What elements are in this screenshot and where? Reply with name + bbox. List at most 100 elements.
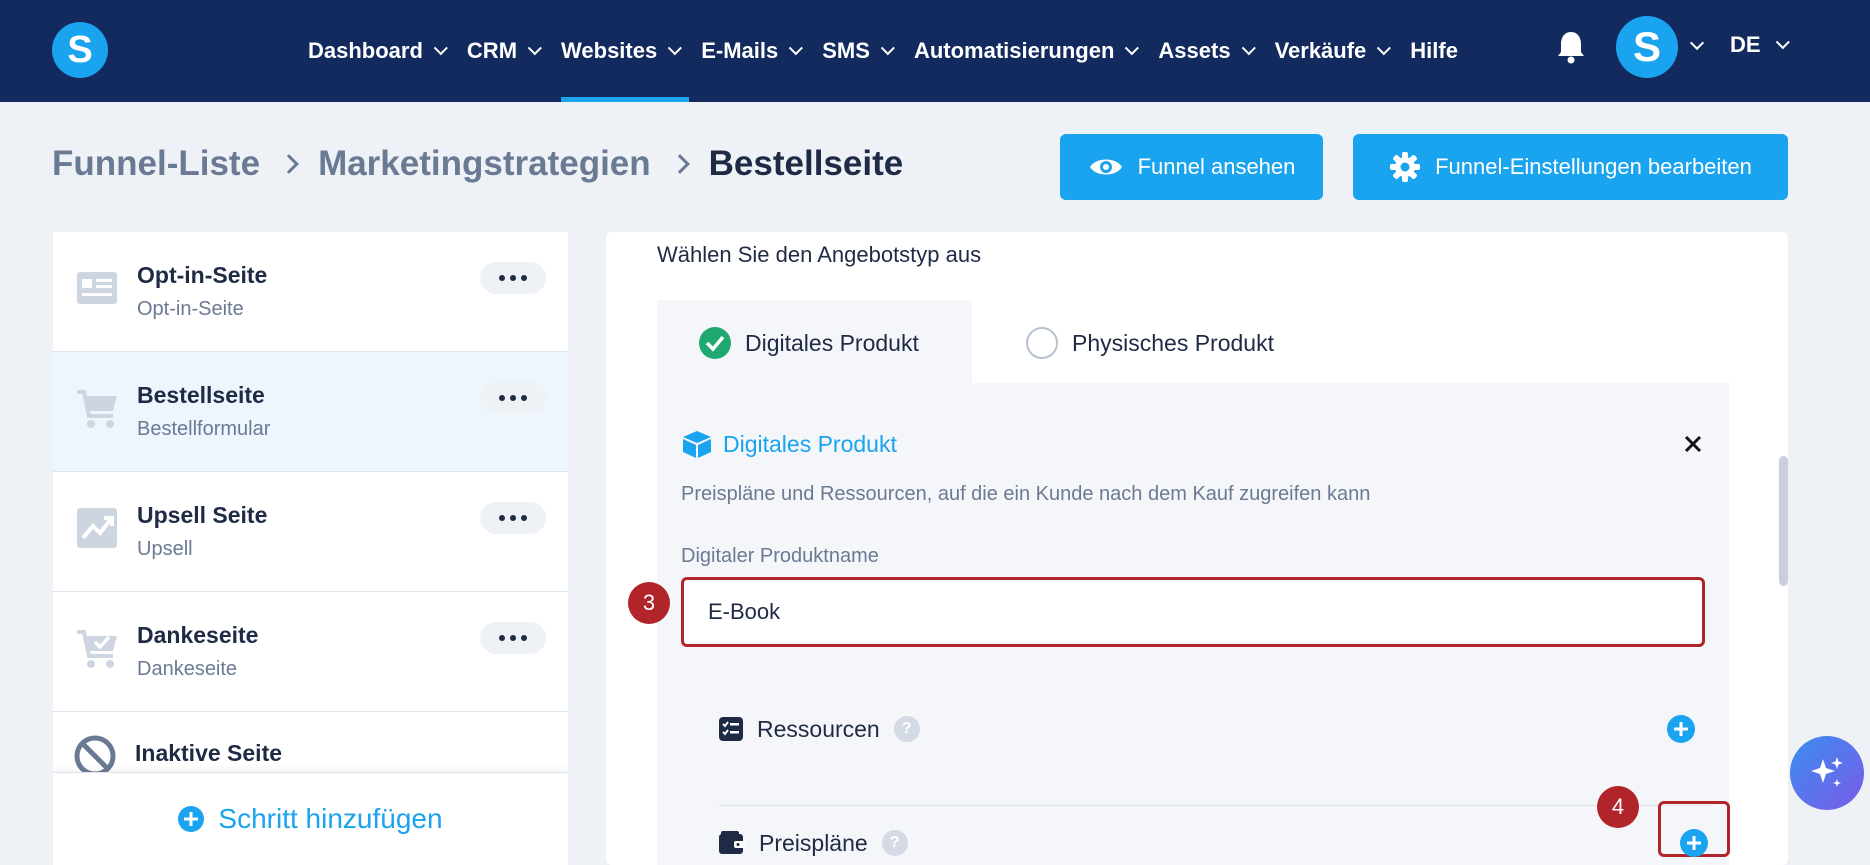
step-subtitle: Upsell xyxy=(137,538,193,560)
top-nav: S Dashboard CRM Websites E-Mails SMS Aut… xyxy=(0,0,1870,102)
nav-emails[interactable]: E-Mails xyxy=(689,0,810,102)
chevron-down-icon xyxy=(433,41,448,56)
chevron-down-icon[interactable] xyxy=(1689,35,1705,51)
step-menu-button[interactable] xyxy=(480,502,546,534)
chevron-down-icon xyxy=(667,41,683,56)
step-title: Bestellseite xyxy=(137,382,265,408)
step-badge-4: 4 xyxy=(1597,786,1639,828)
nav-label: SMS xyxy=(822,38,870,63)
step-title: Opt-in-Seite xyxy=(137,262,268,288)
main-menu: Dashboard CRM Websites E-Mails SMS Autom… xyxy=(296,0,1470,102)
chevron-down-icon xyxy=(789,41,804,56)
cart-icon xyxy=(77,390,117,428)
breadcrumb-funnel[interactable]: Marketingstrategien xyxy=(318,144,651,184)
page-title: Bestellseite xyxy=(708,144,904,183)
product-name-label: Digitaler Produktname xyxy=(681,545,879,567)
offer-panel: Wählen Sie den Angebotstyp aus Digitales… xyxy=(606,232,1788,865)
resources-row: Ressourcen ? xyxy=(719,694,1703,764)
nav-dashboard[interactable]: Dashboard xyxy=(296,0,455,102)
view-funnel-button[interactable]: Funnel ansehen xyxy=(1060,134,1323,200)
breadcrumb-funnel-list[interactable]: Funnel-Liste xyxy=(52,144,260,184)
radio-button[interactable] xyxy=(1026,327,1058,359)
nav-websites[interactable]: Websites xyxy=(549,0,690,102)
step-subtitle: Bestellformular xyxy=(137,418,271,440)
dot xyxy=(499,635,505,641)
tab-digital-product[interactable]: Digitales Produkt xyxy=(657,300,972,386)
step-subtitle: Dankeseite xyxy=(137,658,238,680)
price-plans-label: Preispläne xyxy=(759,829,868,856)
nav-label: E-Mails xyxy=(701,38,779,63)
step-menu-button[interactable] xyxy=(480,262,546,294)
chevron-down-icon xyxy=(880,41,895,56)
step-subtitle: Opt-in-Seite xyxy=(137,298,244,320)
check-circle-icon xyxy=(699,327,731,359)
step-menu-button[interactable] xyxy=(480,382,546,414)
tab-label: Digitales Produkt xyxy=(745,329,919,356)
language-selector[interactable]: DE xyxy=(1730,32,1790,58)
nav-assets[interactable]: Assets xyxy=(1146,0,1262,102)
dot xyxy=(499,515,505,521)
dot xyxy=(510,395,516,401)
add-step-label: Schritt hinzufügen xyxy=(218,803,443,834)
ai-assistant-button[interactable] xyxy=(1790,736,1864,810)
divider xyxy=(719,805,1713,806)
card-description: Preispläne und Ressourcen, auf die ein K… xyxy=(681,483,1371,505)
nav-label: Automatisierungen xyxy=(913,38,1115,63)
tab-label: Physisches Produkt xyxy=(1072,329,1274,356)
step-menu-button[interactable] xyxy=(480,622,546,654)
help-icon[interactable]: ? xyxy=(881,830,908,856)
add-resource-button[interactable] xyxy=(1667,715,1695,743)
bell-icon[interactable] xyxy=(1556,30,1586,64)
dot xyxy=(499,395,505,401)
offer-type-label: Wählen Sie den Angebotstyp aus xyxy=(657,242,982,267)
form-icon xyxy=(77,272,117,304)
checklist-icon xyxy=(719,717,743,741)
chevron-down-icon xyxy=(1775,35,1790,50)
dot xyxy=(499,275,505,281)
nav-sms[interactable]: SMS xyxy=(810,0,902,102)
nav-help[interactable]: Hilfe xyxy=(1398,0,1470,102)
step-title: Upsell Seite xyxy=(137,502,268,528)
box-icon xyxy=(683,431,711,458)
chevron-right-icon xyxy=(669,154,690,174)
close-icon[interactable] xyxy=(1682,433,1704,455)
dot xyxy=(510,635,516,641)
edit-settings-label: Funnel-Einstellungen bearbeiten xyxy=(1435,154,1752,179)
language-label: DE xyxy=(1730,32,1761,57)
nav-label: Hilfe xyxy=(1410,38,1458,63)
add-price-plan-button[interactable] xyxy=(1680,829,1708,857)
price-plans-row: Preispläne ? xyxy=(719,808,1703,865)
help-icon[interactable]: ? xyxy=(893,716,920,742)
tab-physical-product[interactable]: Physisches Produkt xyxy=(1016,300,1274,386)
chevron-right-icon xyxy=(279,154,299,174)
dot xyxy=(521,275,527,281)
app-logo[interactable]: S xyxy=(52,22,108,78)
dot xyxy=(521,635,527,641)
plus-circle-icon xyxy=(178,806,205,832)
step-thank-you[interactable]: Dankeseite Dankeseite xyxy=(53,592,568,712)
funnel-steps-panel: Opt-in-Seite Opt-in-Seite Bestellseite B… xyxy=(53,232,568,865)
step-order-page[interactable]: Bestellseite Bestellformular xyxy=(53,352,568,472)
user-avatar[interactable]: S xyxy=(1616,16,1678,78)
dot xyxy=(521,515,527,521)
step-opt-in[interactable]: Opt-in-Seite Opt-in-Seite xyxy=(53,232,568,352)
nav-label: Verkäufe xyxy=(1274,38,1367,63)
step-title: Dankeseite xyxy=(137,622,259,648)
edit-funnel-settings-button[interactable]: Funnel-Einstellungen bearbeiten xyxy=(1353,134,1788,200)
scrollbar[interactable] xyxy=(1779,456,1788,586)
chevron-down-icon xyxy=(1241,41,1256,56)
breadcrumb: Funnel-Liste Marketingstrategien Bestell… xyxy=(52,144,903,184)
nav-sales[interactable]: Verkäufe xyxy=(1263,0,1399,102)
nav-label: Dashboard xyxy=(308,38,423,63)
step-title: Inaktive Seite xyxy=(135,740,283,766)
eye-icon xyxy=(1089,159,1122,175)
step-upsell[interactable]: Upsell Seite Upsell xyxy=(53,472,568,592)
nav-label: CRM xyxy=(466,38,518,63)
sparkle-icon xyxy=(1811,757,1843,787)
nav-crm[interactable]: CRM xyxy=(455,0,549,102)
digital-product-card: Digitales Produkt Preispläne und Ressour… xyxy=(657,383,1730,865)
nav-automations[interactable]: Automatisierungen xyxy=(902,0,1146,102)
wallet-icon xyxy=(719,831,745,854)
add-step-button[interactable]: Schritt hinzufügen xyxy=(53,772,568,865)
product-name-input[interactable] xyxy=(681,577,1705,647)
